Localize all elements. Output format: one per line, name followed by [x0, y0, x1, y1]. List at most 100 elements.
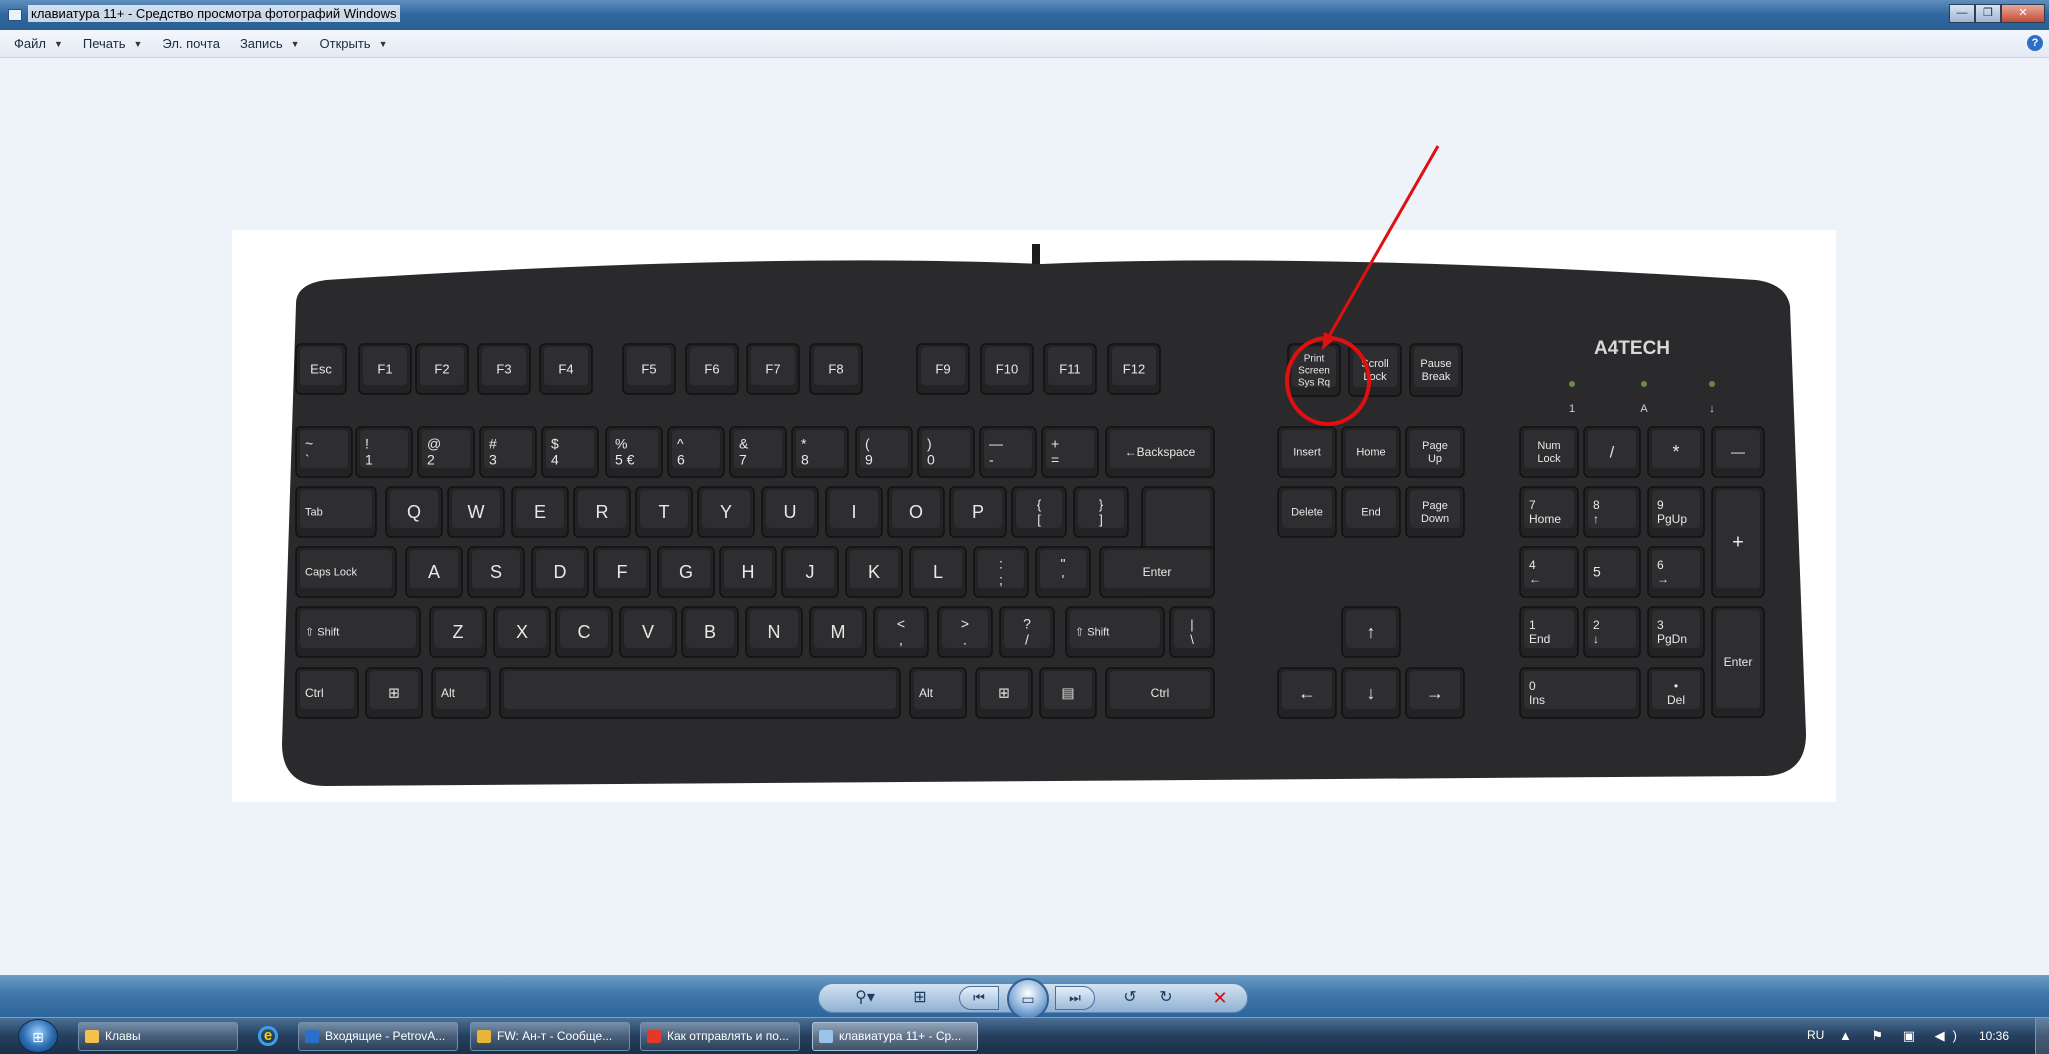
- svg-text:Esc: Esc: [310, 361, 332, 376]
- svg-text:H: H: [742, 562, 755, 582]
- backslash-key: |\: [1169, 606, 1215, 658]
- numpad-divide-key: /: [1583, 426, 1641, 478]
- svg-text:+: +: [1732, 532, 1744, 554]
- menu-file[interactable]: Файл ▼: [14, 36, 63, 51]
- taskbar-item-browser[interactable]: Как отправлять и по...: [640, 1022, 800, 1051]
- right-alt-key: Alt: [909, 667, 967, 719]
- letter-key: Y: [697, 486, 755, 538]
- title-bar[interactable]: клавиатура 11+ - Средство просмотра фото…: [0, 0, 2049, 30]
- menu-email[interactable]: Эл. почта: [162, 36, 220, 51]
- menu-print[interactable]: Печать ▼: [83, 36, 143, 51]
- numpad-minus-key: —: [1711, 426, 1765, 478]
- menu-print-label: Печать: [82, 36, 126, 51]
- svg-text:Z: Z: [453, 622, 464, 642]
- number-row-key: —-: [979, 426, 1037, 478]
- svg-text:V: V: [642, 622, 654, 642]
- number-row-key: ^6: [667, 426, 725, 478]
- keyboard-image: A4TECH Esc F1 F2 F3 F4 F5 F6 F7 F8 F9 F10 F11 F12Pri…: [282, 244, 1806, 786]
- taskbar-item-folder[interactable]: Клавы: [78, 1022, 238, 1051]
- home-key: Home: [1341, 426, 1401, 478]
- taskbar-item-label: FW: Ан-т - Сообще...: [497, 1029, 613, 1043]
- taskbar-item-outlook[interactable]: Входящие - PetrovA...: [298, 1022, 458, 1051]
- svg-text:PgUp: PgUp: [1657, 512, 1687, 526]
- svg-text:Scroll: Scroll: [1361, 358, 1389, 370]
- number-row-key: #3: [479, 426, 537, 478]
- svg-text:W: W: [468, 502, 485, 522]
- numpad-3-key: 3PgDn: [1647, 606, 1705, 658]
- show-desktop-button[interactable]: [2035, 1018, 2049, 1054]
- letter-key: T: [635, 486, 693, 538]
- tray-icons[interactable]: ▲ ⚑ ▣ ◀): [1839, 1028, 1965, 1044]
- svg-text:.: .: [963, 632, 967, 648]
- svg-text:5 €: 5 €: [615, 452, 635, 468]
- svg-text:Ctrl: Ctrl: [1151, 686, 1170, 700]
- menu-open[interactable]: Открыть ▼: [320, 36, 388, 51]
- svg-text:Screen: Screen: [1298, 365, 1330, 376]
- delete-button[interactable]: ✕: [1205, 984, 1235, 1012]
- taskbar-item-photo-viewer[interactable]: клавиатура 11+ - Ср...: [812, 1022, 978, 1051]
- svg-text:N: N: [768, 622, 781, 642]
- svg-text:0: 0: [927, 452, 935, 468]
- numpad-4-key: 4←: [1519, 546, 1579, 598]
- svg-text:⇧ Shift: ⇧ Shift: [305, 627, 339, 639]
- svg-text:Home: Home: [1529, 512, 1561, 526]
- next-button[interactable]: ⏭: [1055, 986, 1095, 1010]
- numpad-plus-key: +: [1711, 486, 1765, 598]
- taskbar-item-message[interactable]: FW: Ан-т - Сообще...: [470, 1022, 630, 1051]
- svg-text:/: /: [1610, 444, 1615, 461]
- svg-text:F8: F8: [828, 361, 843, 376]
- svg-text:Ctrl: Ctrl: [305, 686, 324, 700]
- svg-text:→: →: [1657, 572, 1669, 586]
- previous-button[interactable]: ⏮: [959, 986, 999, 1010]
- slideshow-button[interactable]: ▭: [1007, 978, 1049, 1020]
- right-ctrl-key: Ctrl: [1105, 667, 1215, 719]
- clock[interactable]: 10:36: [1979, 1029, 2009, 1043]
- svg-text:End: End: [1529, 632, 1550, 646]
- svg-text:Home: Home: [1356, 447, 1385, 459]
- svg-text:J: J: [806, 562, 815, 582]
- letter-key: V: [619, 606, 677, 658]
- menu-burn[interactable]: Запись ▼: [240, 36, 300, 51]
- svg-text:4: 4: [551, 452, 559, 468]
- letter-key: R: [573, 486, 631, 538]
- numpad-8-key: 8↑: [1583, 486, 1641, 538]
- svg-text:F9: F9: [935, 361, 950, 376]
- svg-text:2: 2: [1593, 618, 1600, 632]
- svg-text:F7: F7: [765, 361, 780, 376]
- svg-text:←Backspace: ←Backspace: [1125, 445, 1196, 459]
- brand-logo: A4TECH: [1594, 338, 1670, 359]
- svg-text:^: ^: [677, 436, 684, 452]
- svg-text:Caps Lock: Caps Lock: [305, 567, 357, 579]
- window-controls: — ❐ ✕: [1949, 4, 2045, 23]
- svg-text:Page: Page: [1422, 440, 1448, 452]
- taskbar-item-label: Клавы: [105, 1029, 141, 1043]
- svg-text:⊞: ⊞: [388, 685, 400, 701]
- caps-lock-key: Caps Lock: [295, 546, 397, 598]
- svg-text:Page: Page: [1422, 500, 1448, 512]
- svg-text:D: D: [554, 562, 567, 582]
- rotate-left-button[interactable]: ↺: [1115, 984, 1145, 1012]
- language-indicator[interactable]: RU: [1807, 1028, 1824, 1042]
- svg-text:U: U: [784, 502, 797, 522]
- internet-explorer-icon[interactable]: e: [258, 1026, 278, 1046]
- svg-text:*: *: [801, 436, 807, 452]
- restore-button[interactable]: ❐: [1975, 4, 2001, 23]
- minimize-button[interactable]: —: [1949, 4, 1975, 23]
- close-button[interactable]: ✕: [2001, 4, 2045, 23]
- zoom-button[interactable]: ⚲▾: [845, 984, 885, 1012]
- svg-text:]: ]: [1099, 512, 1103, 527]
- svg-text:/: /: [1025, 632, 1029, 648]
- help-icon[interactable]: ?: [2027, 35, 2043, 51]
- number-row-key: +=: [1041, 426, 1099, 478]
- actual-size-button[interactable]: ⊞: [905, 984, 935, 1012]
- letter-key: W: [447, 486, 505, 538]
- outlook-icon: [305, 1030, 319, 1043]
- rotate-right-button[interactable]: ↻: [1151, 984, 1181, 1012]
- svg-text:': ': [1062, 572, 1065, 588]
- svg-text:Lock: Lock: [1537, 453, 1561, 465]
- numpad-dot-key: •Del: [1647, 667, 1705, 719]
- menu-file-label: Файл: [14, 36, 46, 51]
- envelope-icon: [477, 1030, 491, 1043]
- letter-key: S: [467, 546, 525, 598]
- start-button[interactable]: ⊞: [18, 1019, 58, 1053]
